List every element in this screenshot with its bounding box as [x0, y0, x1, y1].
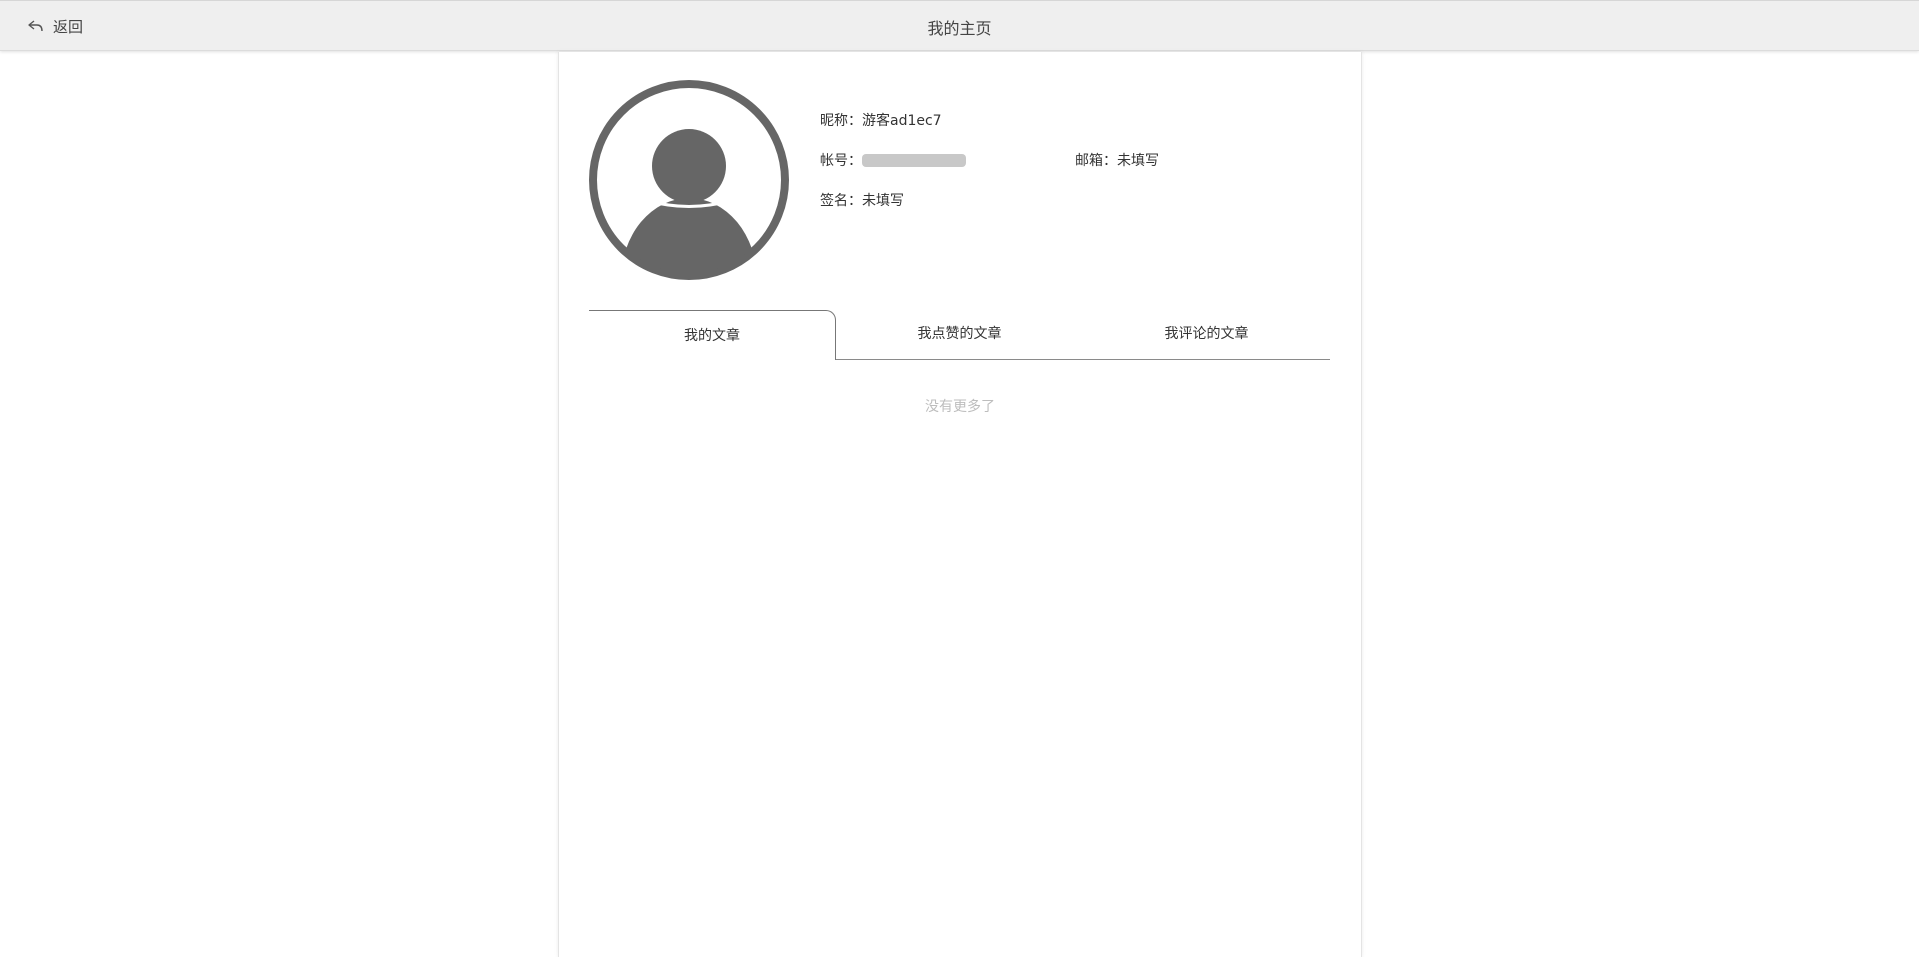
- email-text: 邮箱：未填写: [1075, 153, 1159, 169]
- page-title: 我的主页: [927, 19, 992, 38]
- account-value-redacted: [862, 154, 966, 167]
- nickname-text: 昵称：游客ad1ec7: [820, 113, 942, 129]
- no-more-text: 没有更多了: [925, 399, 995, 415]
- account-row: 帐号：: [820, 150, 966, 170]
- signature-text: 签名：未填写: [820, 193, 904, 209]
- article-tabs: 我的文章 我点赞的文章 我评论的文章: [589, 310, 1330, 361]
- tab-liked-articles[interactable]: 我点赞的文章: [836, 310, 1083, 359]
- user-avatar-icon: [589, 80, 789, 280]
- profile-panel: 昵称：游客ad1ec7 帐号： 邮箱：未填写 签名：未填写 我的文章 我点赞的文…: [558, 52, 1362, 957]
- tab-commented-articles[interactable]: 我评论的文章: [1083, 310, 1330, 359]
- tabs-divider: [836, 359, 1330, 360]
- top-navbar: 返回 我的主页: [0, 0, 1919, 51]
- account-label: 帐号：: [820, 153, 862, 169]
- tab-my-articles[interactable]: 我的文章: [589, 310, 836, 360]
